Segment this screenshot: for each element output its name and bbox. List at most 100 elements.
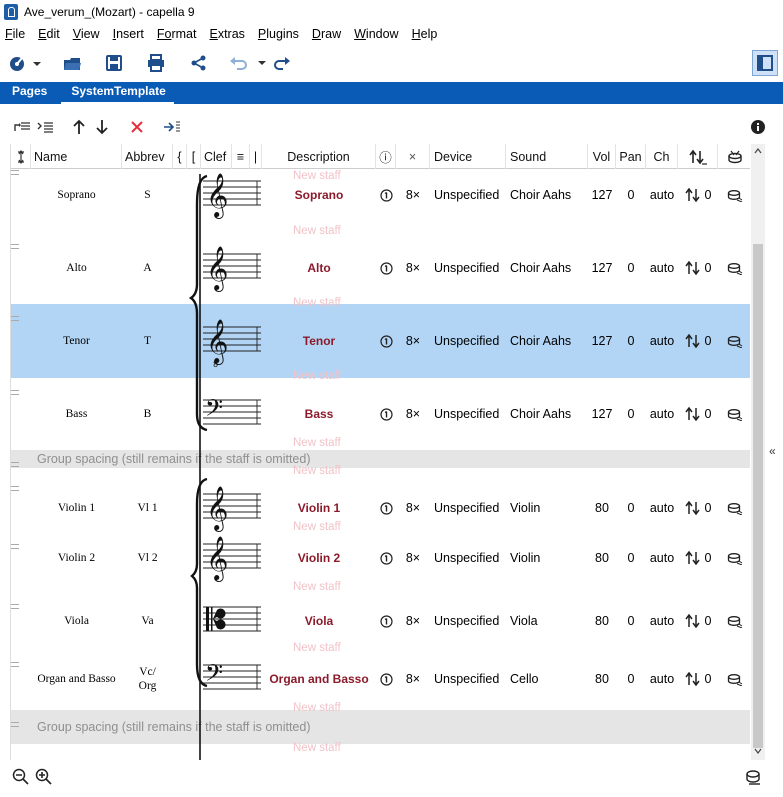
drum-map-icon[interactable] — [718, 378, 750, 450]
volume[interactable]: 80 — [588, 650, 616, 708]
channel[interactable]: auto — [646, 304, 678, 378]
instrument-info-icon[interactable] — [376, 650, 396, 708]
print-button[interactable] — [144, 52, 168, 74]
instrument-info-icon[interactable] — [376, 378, 396, 450]
instrument-info-icon[interactable] — [376, 592, 396, 650]
transpose-cell[interactable]: 0 — [678, 650, 718, 708]
pan[interactable]: 0 — [616, 532, 646, 584]
pan[interactable]: 0 — [616, 378, 646, 450]
new-staff-placeholder[interactable]: New staff — [293, 521, 341, 533]
menu-file[interactable]: File — [5, 27, 25, 41]
staff-description[interactable]: Violin 2 — [262, 532, 376, 584]
save-button[interactable] — [102, 52, 126, 74]
staff-abbrev[interactable]: Va — [122, 592, 173, 650]
menu-view[interactable]: View — [73, 27, 100, 41]
device[interactable]: Unspecified — [430, 532, 506, 584]
staff-name[interactable]: Soprano — [31, 158, 122, 232]
tab-systemtemplate[interactable]: SystemTemplate — [61, 82, 174, 104]
menu-insert[interactable]: Insert — [113, 27, 144, 41]
volume[interactable]: 127 — [588, 232, 616, 304]
device[interactable]: Unspecified — [430, 378, 506, 450]
transpose-cell[interactable]: 0 — [678, 232, 718, 304]
channel[interactable]: auto — [646, 650, 678, 708]
channel[interactable]: auto — [646, 378, 678, 450]
drum-map-icon[interactable] — [718, 232, 750, 304]
transpose-cell[interactable]: 0 — [678, 592, 718, 650]
sound[interactable]: Choir Aahs — [506, 378, 588, 450]
channel[interactable]: auto — [646, 592, 678, 650]
pan[interactable]: 0 — [616, 650, 646, 708]
share-button[interactable] — [187, 52, 211, 74]
group-spacing-row[interactable]: Group spacing (still remains if the staf… — [11, 450, 750, 468]
staff-name[interactable]: Violin 2 — [31, 532, 122, 584]
staff-name[interactable]: Viola — [31, 592, 122, 650]
new-staff-placeholder[interactable]: New staff — [293, 437, 341, 449]
menu-format[interactable]: Format — [157, 27, 197, 41]
staff-abbrev[interactable]: S — [122, 158, 173, 232]
zoom-out-button[interactable] — [12, 768, 30, 789]
drum-map-icon[interactable] — [718, 650, 750, 708]
menu-draw[interactable]: Draw — [312, 27, 341, 41]
side-panel-toggle-button[interactable] — [752, 50, 778, 76]
insert-group-button[interactable] — [34, 116, 56, 138]
pan[interactable]: 0 — [616, 304, 646, 378]
row-resize-handle-icon[interactable] — [11, 486, 19, 491]
drum-map-icon[interactable] — [718, 158, 750, 232]
tab-pages[interactable]: Pages — [0, 82, 57, 104]
row-resize-handle-icon[interactable] — [11, 170, 19, 175]
channel[interactable]: auto — [646, 232, 678, 304]
row-resize-handle-icon[interactable] — [11, 722, 19, 727]
staff-row[interactable]: Organ and Basso Vc/Org 𝄢 Organ and Basso 8× U… — [11, 650, 750, 708]
staff-row[interactable]: Violin 2 Vl 2 𝄞 Violin 2 8× Unspecified Violin… — [11, 532, 750, 584]
staff-row[interactable]: Viola Va Viola 8× Unspecified Viola 80 0 auto 0 — [11, 592, 750, 650]
sound[interactable]: Viola — [506, 592, 588, 650]
scroll-down-arrow-icon[interactable] — [754, 748, 762, 754]
instrument-info-icon[interactable] — [376, 232, 396, 304]
multiplier[interactable]: 8× — [396, 650, 430, 708]
multiplier[interactable]: 8× — [396, 158, 430, 232]
menu-help[interactable]: Help — [412, 27, 438, 41]
instrument-info-icon[interactable] — [376, 158, 396, 232]
new-staff-placeholder[interactable]: New staff — [293, 297, 341, 309]
device[interactable]: Unspecified — [430, 650, 506, 708]
staff-name[interactable]: Tenor — [31, 304, 122, 378]
move-down-button[interactable] — [91, 116, 113, 138]
new-staff-placeholder[interactable]: New staff — [293, 225, 341, 237]
multiplier[interactable]: 8× — [396, 232, 430, 304]
instrument-info-icon[interactable] — [376, 532, 396, 584]
staff-abbrev[interactable]: B — [122, 378, 173, 450]
pan[interactable]: 0 — [616, 592, 646, 650]
channel[interactable]: auto — [646, 532, 678, 584]
insert-staff-button[interactable] — [11, 116, 33, 138]
menu-plugins[interactable]: Plugins — [258, 27, 299, 41]
row-resize-handle-icon[interactable] — [11, 462, 19, 467]
new-staff-placeholder[interactable]: New staff — [293, 170, 341, 182]
volume[interactable]: 127 — [588, 158, 616, 232]
transpose-cell[interactable]: 0 — [678, 158, 718, 232]
menu-edit[interactable]: Edit — [38, 27, 60, 41]
staff-name[interactable]: Alto — [31, 232, 122, 304]
display-options-button[interactable] — [744, 768, 762, 789]
delete-staff-button[interactable] — [126, 116, 148, 138]
staff-name[interactable]: Bass — [31, 378, 122, 450]
transpose-cell[interactable]: 0 — [678, 304, 718, 378]
staff-abbrev[interactable]: Vl 2 — [122, 532, 173, 584]
new-staff-placeholder[interactable]: New staff — [293, 702, 341, 714]
transpose-cell[interactable]: 0 — [678, 378, 718, 450]
undo-dropdown-button[interactable] — [228, 52, 268, 74]
channel[interactable]: auto — [646, 158, 678, 232]
staff-abbrev[interactable]: A — [122, 232, 173, 304]
staff-row[interactable]: Alto A 𝄞 Alto 8× Unspecified Choir Aahs 127 0 aut… — [11, 232, 750, 304]
new-staff-placeholder[interactable]: New staff — [293, 642, 341, 654]
info-button[interactable] — [747, 116, 769, 138]
sound[interactable]: Cello — [506, 650, 588, 708]
device[interactable]: Unspecified — [430, 232, 506, 304]
row-resize-handle-icon[interactable] — [11, 390, 19, 395]
group-spacing-row[interactable]: Group spacing (still remains if the staf… — [11, 710, 750, 744]
new-staff-placeholder[interactable]: New staff — [293, 581, 341, 593]
sound[interactable]: Violin — [506, 532, 588, 584]
row-resize-handle-icon[interactable] — [11, 544, 19, 549]
apply-template-button[interactable] — [161, 116, 183, 138]
sound[interactable]: Choir Aahs — [506, 304, 588, 378]
staff-description[interactable]: Alto — [262, 232, 376, 304]
